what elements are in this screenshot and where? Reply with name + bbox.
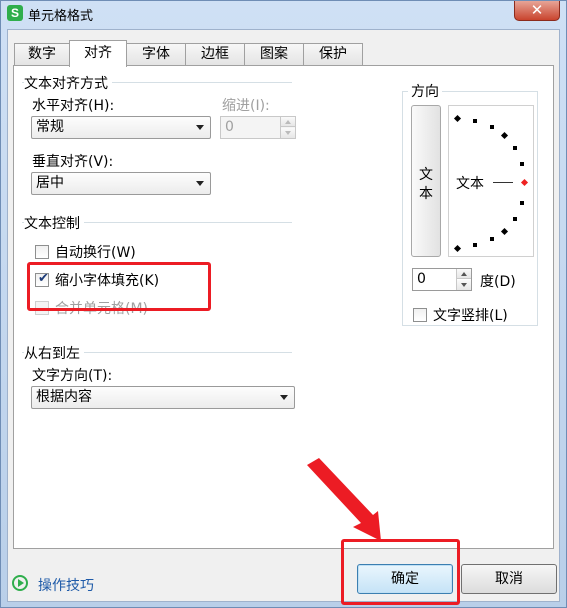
- stepper-buttons: [456, 269, 471, 290]
- dial-mark: [500, 227, 509, 236]
- tab-protection[interactable]: 保护: [303, 43, 363, 66]
- tab-border[interactable]: 边框: [185, 43, 245, 66]
- degree-stepper[interactable]: 0: [412, 268, 472, 291]
- dial-mark: [473, 119, 477, 123]
- dial-pointer-line: [493, 182, 513, 183]
- orientation-group-title: 方向: [408, 81, 442, 101]
- play-circle-icon[interactable]: [12, 575, 28, 591]
- text-control-group-title: 文本控制: [24, 213, 84, 233]
- text-direction-value: 根据内容: [36, 389, 92, 405]
- tips-link[interactable]: 操作技巧: [38, 575, 94, 595]
- text-direction-select[interactable]: 根据内容: [31, 386, 295, 409]
- tab-pattern[interactable]: 图案: [244, 43, 304, 66]
- highlight-annotation: [27, 262, 211, 311]
- dial-mark: [490, 237, 494, 241]
- wrap-text-label: 自动换行(W): [55, 245, 136, 261]
- vertical-align-select[interactable]: 居中: [31, 172, 211, 195]
- dialog-client-area: 数字 对齐 字体 边框 图案 保护 文本对齐方式 水平对齐(H): 常规 缩进(…: [7, 29, 560, 602]
- dial-text: 文本: [456, 176, 484, 192]
- dial-mark: [453, 244, 462, 253]
- dial-mark: [473, 243, 477, 247]
- vertical-text-char-1: 文: [419, 167, 433, 183]
- chevron-down-icon: [196, 181, 204, 186]
- close-button[interactable]: ✕: [514, 1, 560, 21]
- stepper-buttons: [280, 117, 295, 138]
- tab-font[interactable]: 字体: [126, 43, 186, 66]
- stepper-up-icon[interactable]: [457, 269, 471, 279]
- stepper-down-icon[interactable]: [281, 128, 295, 138]
- dial-mark: [520, 162, 524, 166]
- format-cells-dialog: S 单元格格式 ✕ 数字 对齐 字体 边框 图案 保护 文本对齐方式 水平对齐(…: [0, 0, 567, 608]
- indent-label: 缩进(I):: [222, 98, 270, 114]
- dial-mark: [490, 125, 494, 129]
- stepper-up-icon[interactable]: [281, 117, 295, 127]
- dial-mark: [520, 201, 524, 205]
- stepper-down-icon[interactable]: [457, 280, 471, 290]
- indent-stepper[interactable]: 0: [220, 116, 296, 139]
- text-alignment-group-title: 文本对齐方式: [24, 73, 112, 93]
- rtl-group-title: 从右到左: [24, 343, 84, 363]
- title-bar[interactable]: S 单元格格式 ✕: [1, 1, 566, 27]
- orientation-dial[interactable]: 文本: [448, 105, 534, 257]
- horizontal-align-label: 水平对齐(H):: [32, 98, 115, 114]
- vertical-align-label: 垂直对齐(V):: [32, 154, 114, 170]
- wps-app-icon: S: [7, 5, 23, 21]
- horizontal-align-select[interactable]: 常规: [31, 116, 211, 139]
- degree-value: 0: [417, 271, 426, 287]
- indent-value: 0: [225, 119, 234, 135]
- wrap-text-checkbox[interactable]: [35, 245, 49, 259]
- vertical-stack-checkbox[interactable]: [413, 308, 427, 322]
- horizontal-align-value: 常规: [36, 119, 64, 135]
- dial-mark: [513, 217, 517, 221]
- dial-pointer-handle[interactable]: [520, 178, 529, 187]
- degree-label: 度(D): [480, 274, 516, 290]
- vertical-text-button[interactable]: 文 本: [411, 105, 441, 257]
- dial-mark: [513, 146, 517, 150]
- dial-mark: [453, 114, 462, 123]
- tab-number[interactable]: 数字: [14, 43, 70, 66]
- chevron-down-icon: [196, 125, 204, 130]
- dial-mark: [500, 131, 509, 140]
- vertical-text-char-2: 本: [419, 186, 433, 202]
- tab-alignment[interactable]: 对齐: [69, 40, 127, 67]
- text-direction-label: 文字方向(T):: [32, 368, 113, 384]
- vertical-align-value: 居中: [36, 175, 64, 191]
- vertical-stack-label: 文字竖排(L): [433, 308, 508, 324]
- ok-highlight-annotation: [341, 539, 460, 605]
- dialog-title: 单元格格式: [28, 9, 94, 24]
- chevron-down-icon: [280, 395, 288, 400]
- cancel-button[interactable]: 取消: [461, 564, 557, 594]
